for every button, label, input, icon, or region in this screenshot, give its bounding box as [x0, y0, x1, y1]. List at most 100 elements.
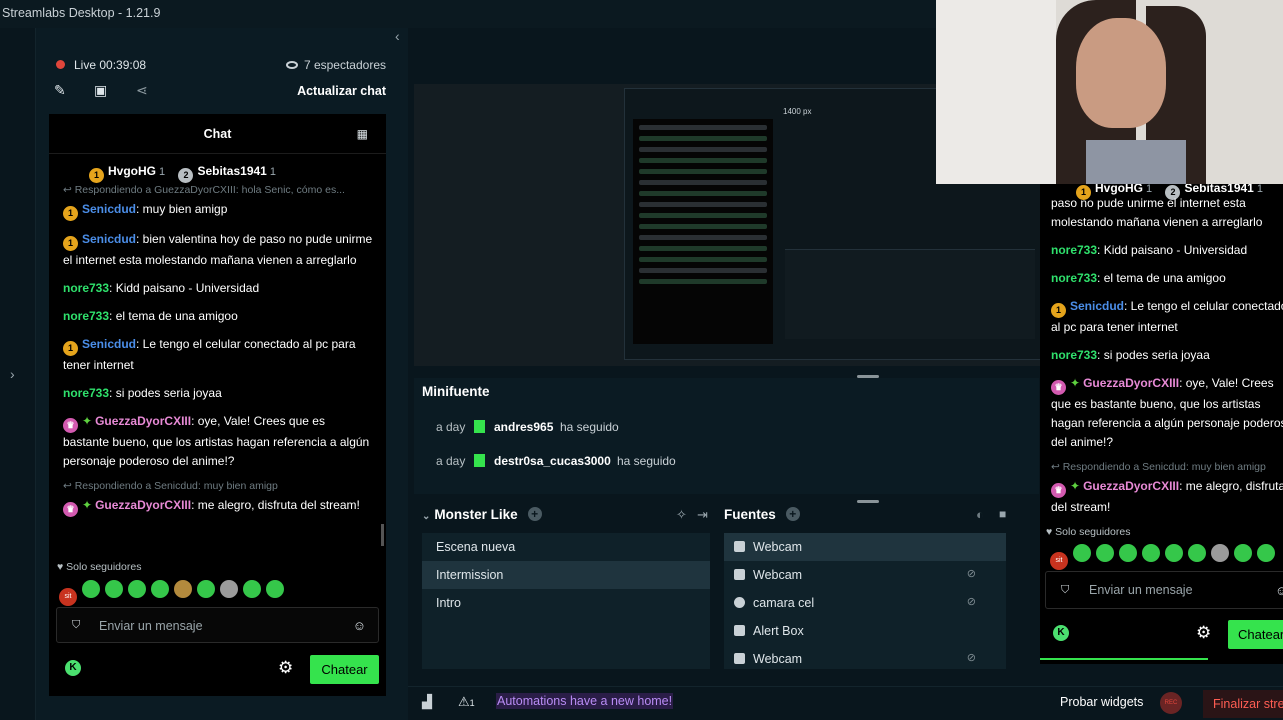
send-chat-button[interactable]: Chatear: [310, 655, 379, 684]
chat-username[interactable]: Senicdud: [82, 202, 136, 216]
add-source-button[interactable]: +: [785, 507, 800, 521]
end-stream-button[interactable]: Finalizar stre: [1203, 690, 1283, 718]
kick-icon: [474, 420, 485, 433]
eye-hidden-icon[interactable]: ⊘: [967, 567, 976, 580]
stats-icon[interactable]: ▟: [422, 694, 432, 710]
emote-icon[interactable]: [1234, 544, 1252, 562]
preview-chat-thumb: [633, 119, 773, 344]
chat-input-box[interactable]: ⛉ Enviar un mensaje ☺: [1045, 571, 1283, 609]
source-label: Webcam: [753, 568, 803, 582]
share-icon[interactable]: ⋖: [136, 82, 148, 99]
emote-icon[interactable]: [82, 580, 100, 598]
chat-username[interactable]: Senicdud: [1070, 299, 1124, 313]
gift-icon[interactable]: ▦: [357, 127, 368, 141]
emote-icon[interactable]: [1165, 544, 1183, 562]
source-label: Alert Box: [753, 624, 804, 638]
source-item[interactable]: Webcam: [724, 533, 1006, 561]
preview-scene-thumb: [785, 249, 1035, 339]
chat-username[interactable]: Senicdud: [82, 337, 136, 351]
collapse-chevron-icon[interactable]: ‹: [395, 28, 400, 44]
emote-icon[interactable]: [197, 580, 215, 598]
gear-icon[interactable]: ⚙: [278, 658, 293, 678]
source-item[interactable]: Webcam ⊘: [724, 645, 1006, 669]
chat-username[interactable]: GuezzaDyorCXIII: [95, 498, 191, 512]
emote-icon[interactable]: [1142, 544, 1160, 562]
scenes-panel: ⌄ Monster Like + ✧ ⇥ Escena nueva Intermis…: [414, 503, 714, 669]
scene-item[interactable]: Intermission: [422, 561, 710, 589]
chat-username[interactable]: nore733: [63, 386, 109, 400]
record-button[interactable]: REC: [1160, 692, 1182, 714]
automations-notice[interactable]: Automations have a new home!: [496, 693, 674, 709]
event-row: a day destr0sa_cucas3000 ha seguido: [414, 447, 1039, 475]
emoji-icon[interactable]: ☺: [353, 618, 366, 633]
camera-icon[interactable]: ▣: [94, 82, 107, 99]
add-scene-button[interactable]: +: [527, 507, 542, 521]
event-user[interactable]: destr0sa_cucas3000: [494, 454, 611, 468]
emote-icon[interactable]: [1211, 544, 1229, 562]
emote-icon[interactable]: [266, 580, 284, 598]
chat-input-placeholder: Enviar un mensaje: [1089, 583, 1193, 597]
scene-item[interactable]: Intro: [422, 589, 710, 617]
sub-badge-icon: 1: [1051, 303, 1066, 318]
emoji-icon[interactable]: ☺: [1275, 583, 1283, 598]
emote-icon[interactable]: [220, 580, 238, 598]
kick-logo-icon: K: [1053, 625, 1069, 641]
top-user-name[interactable]: Sebitas1941: [197, 164, 266, 178]
source-item[interactable]: camara cel ⊘: [724, 589, 1006, 617]
emote-icon[interactable]: [1257, 544, 1275, 562]
emote-icon[interactable]: [105, 580, 123, 598]
chevron-down-icon[interactable]: ⌄: [422, 511, 430, 522]
scene-item[interactable]: Escena nueva: [422, 533, 710, 561]
chat-message: nore733: Kidd paisano - Universidad: [1051, 241, 1283, 260]
sources-title: Fuentes +: [724, 507, 800, 522]
kick-logo-icon: K: [65, 660, 81, 676]
mixer-icon[interactable]: ◐: [976, 507, 984, 522]
emote-icon[interactable]: [243, 580, 261, 598]
event-user[interactable]: andres965: [494, 420, 553, 434]
emote-icon[interactable]: sit: [1050, 552, 1068, 570]
chat-username[interactable]: GuezzaDyorCXIII: [95, 414, 191, 428]
scene-collection-name[interactable]: Monster Like: [434, 507, 517, 522]
refresh-chat-button[interactable]: Actualizar chat: [297, 84, 386, 98]
emote-icon[interactable]: [128, 580, 146, 598]
top-user-name[interactable]: HvgoHG: [108, 164, 156, 178]
gear-icon[interactable]: ⚙: [1196, 623, 1211, 643]
emote-icon[interactable]: [1073, 544, 1091, 562]
folder-icon[interactable]: ■: [999, 507, 1006, 521]
followers-only-label: ♥ Solo seguidores: [1046, 526, 1131, 538]
chat-username[interactable]: Senicdud: [82, 232, 136, 246]
chat-username[interactable]: GuezzaDyorCXIII: [1083, 479, 1179, 493]
alert-icon[interactable]: ⚠1: [458, 694, 475, 710]
event-row: a day andres965 ha seguido: [414, 413, 1039, 441]
emote-icon[interactable]: [1119, 544, 1137, 562]
chat-text: : el tema de una amigoo: [1097, 271, 1226, 285]
source-item[interactable]: Alert Box: [724, 617, 1006, 645]
send-chat-button[interactable]: Chatear: [1228, 620, 1283, 649]
source-list: Webcam Webcam ⊘ camara cel ⊘ Alert Box Web…: [724, 533, 1006, 669]
chat-input-box: ⛉ ☺: [56, 607, 379, 643]
chat-username[interactable]: nore733: [1051, 271, 1097, 285]
emote-icon[interactable]: [151, 580, 169, 598]
top-user-count: 1: [159, 166, 166, 178]
eye-hidden-icon[interactable]: ⊘: [967, 595, 976, 608]
transition-icon[interactable]: ⇥: [697, 507, 708, 523]
eye-hidden-icon[interactable]: ⊘: [967, 651, 976, 664]
expand-chevron-icon[interactable]: ›: [10, 366, 15, 382]
chat-title: Chat: [203, 127, 232, 141]
emote-icon[interactable]: sit: [59, 588, 77, 606]
chat-username[interactable]: GuezzaDyorCXIII: [1083, 376, 1179, 390]
pin-icon[interactable]: ✧: [676, 507, 687, 523]
pencil-icon[interactable]: ✎: [54, 82, 66, 99]
chat-username[interactable]: nore733: [63, 309, 109, 323]
emote-icon[interactable]: [1188, 544, 1206, 562]
chat-username[interactable]: nore733: [1051, 348, 1097, 362]
emote-icon[interactable]: [174, 580, 192, 598]
source-item[interactable]: Webcam ⊘: [724, 561, 1006, 589]
chat-text: : si podes seria joyaa: [1097, 348, 1210, 362]
chat-scrollbar[interactable]: [381, 524, 384, 546]
emote-icon[interactable]: [1096, 544, 1114, 562]
chat-username[interactable]: nore733: [1051, 243, 1097, 257]
chat-username[interactable]: nore733: [63, 281, 109, 295]
chat-message-input[interactable]: [99, 616, 339, 636]
test-widgets-button[interactable]: Probar widgets: [1060, 695, 1143, 709]
